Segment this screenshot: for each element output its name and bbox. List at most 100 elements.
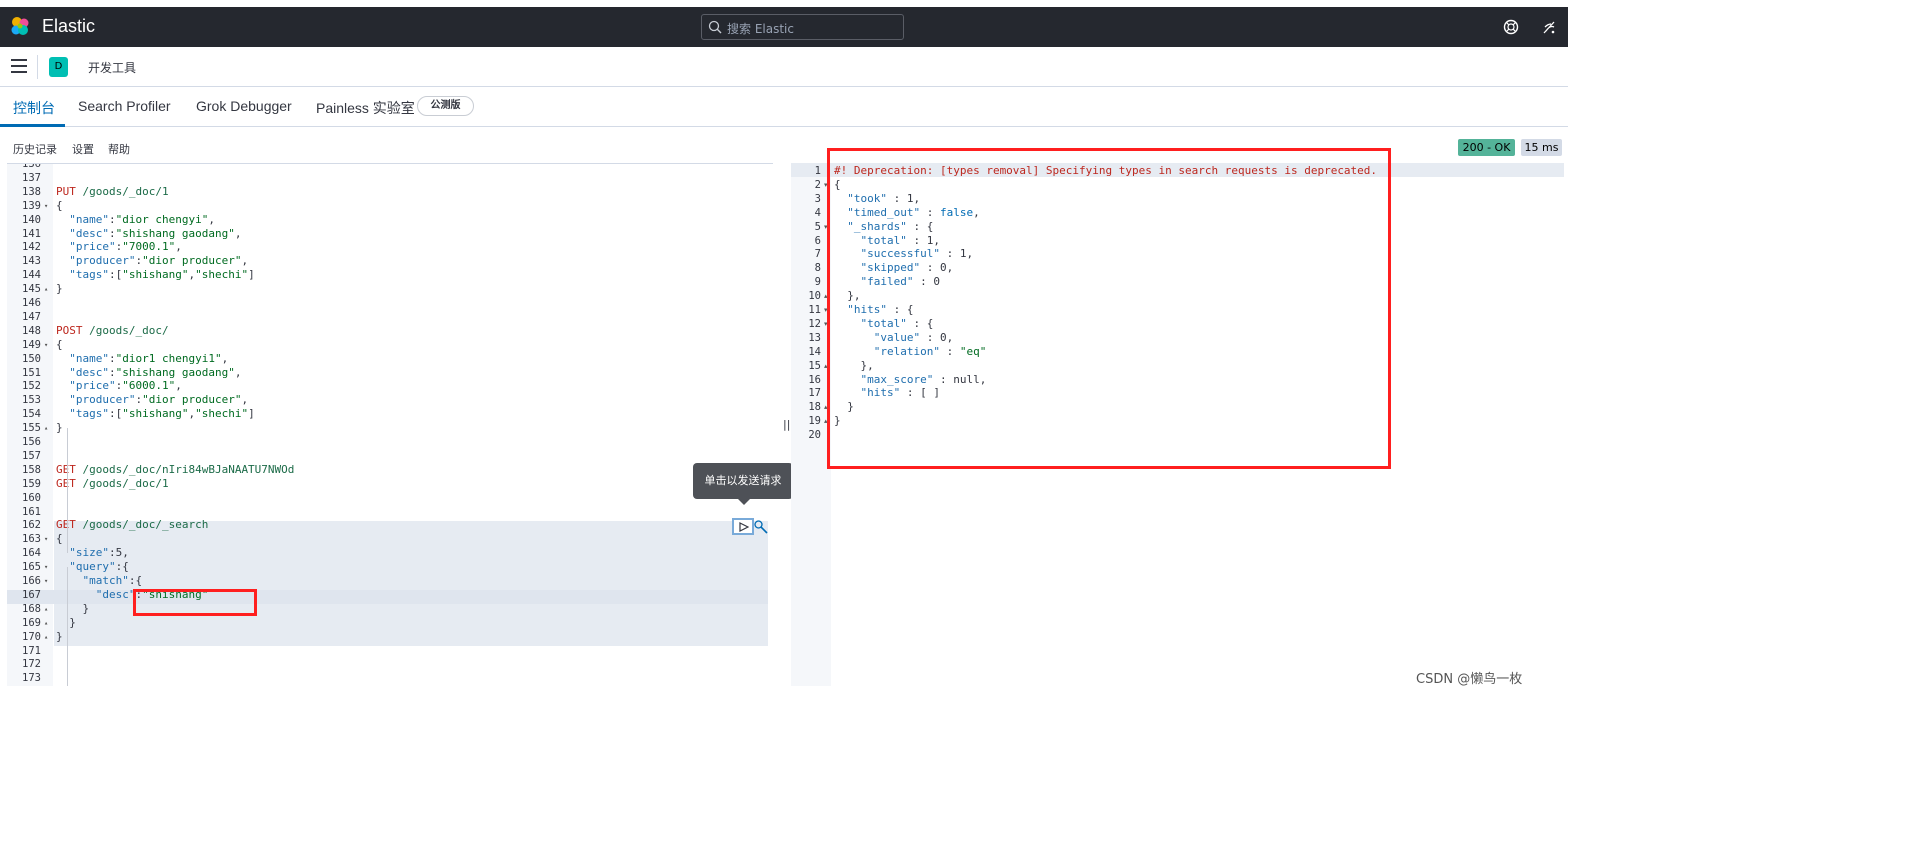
code-text: "producer":"dior producer",: [69, 393, 249, 407]
fold-toggle-icon[interactable]: ▴: [44, 630, 48, 644]
settings-link[interactable]: 设置: [72, 141, 94, 157]
line-number: 5: [814, 220, 821, 233]
editor-line[interactable]: 151 "desc":"shishang gaodang",: [7, 366, 767, 380]
newsfeed-icon[interactable]: [1541, 19, 1557, 35]
editor-line[interactable]: 158 GET /goods/_doc/nIri84wBJaNAATU7NWOd: [7, 463, 767, 477]
editor-line[interactable]: 148 POST /goods/_doc/: [7, 324, 767, 338]
editor-line[interactable]: 138 PUT /goods/_doc/1: [7, 185, 767, 199]
tab-painless-lab[interactable]: Painless 实验室: [316, 98, 415, 118]
editor-line[interactable]: 153 "producer":"dior producer",: [7, 393, 767, 407]
editor-line[interactable]: 144 "tags":["shishang","shechi"]: [7, 268, 767, 282]
line-number: 145: [22, 283, 41, 296]
editor-line[interactable]: 169 ▴ }: [7, 616, 767, 630]
editor-line[interactable]: 157: [7, 449, 767, 463]
editor-line[interactable]: 154 "tags":["shishang","shechi"]: [7, 407, 767, 421]
editor-line[interactable]: 159 GET /goods/_doc/1: [7, 477, 767, 491]
code-text: {: [56, 198, 63, 212]
code-text: "tags":["shishang","shechi"]: [69, 407, 255, 421]
line-number: 8: [814, 262, 821, 275]
breadcrumb: 开发工具: [88, 61, 137, 75]
editor-line[interactable]: 147: [7, 310, 767, 324]
panel-resizer[interactable]: ||: [783, 418, 790, 431]
code-text: POST /goods/_doc/: [56, 323, 169, 337]
editor-line[interactable]: 140 "name":"dior chengyi",: [7, 213, 767, 227]
editor-line[interactable]: 160: [7, 491, 767, 505]
line-number: 146: [22, 297, 41, 309]
code-text: }: [56, 615, 76, 629]
space-avatar[interactable]: D: [49, 57, 68, 77]
fold-toggle-icon[interactable]: ▴: [44, 616, 48, 630]
fold-toggle-icon[interactable]: ▾: [44, 560, 48, 574]
line-number: 157: [22, 449, 41, 462]
tab-console[interactable]: 控制台: [13, 98, 55, 118]
editor-line[interactable]: 161: [7, 505, 767, 519]
app-name[interactable]: Elastic: [42, 16, 95, 37]
line-number: 155: [22, 422, 41, 435]
editor-line[interactable]: 146: [7, 296, 767, 310]
editor-line[interactable]: 168 ▴ }: [7, 602, 767, 616]
fold-toggle-icon[interactable]: ▴: [44, 421, 48, 435]
editor-line[interactable]: 162 GET /goods/_doc/_search: [7, 518, 767, 532]
line-number: 20: [808, 429, 821, 442]
line-number: 160: [22, 491, 41, 504]
editor-line[interactable]: 171: [7, 644, 767, 658]
editor-line[interactable]: 150 "name":"dior1 chengyi1",: [7, 352, 767, 366]
fold-toggle-icon[interactable]: ▾: [44, 574, 48, 588]
response-time-badge: 15 ms: [1521, 139, 1562, 156]
editor-line[interactable]: 143 "producer":"dior producer",: [7, 254, 767, 268]
editor-line[interactable]: 166 ▾ "match":{: [7, 574, 767, 588]
wrench-icon[interactable]: [754, 520, 768, 534]
editor-line[interactable]: 172: [7, 657, 767, 671]
editor-line[interactable]: 142 "price":"7000.1",: [7, 240, 767, 254]
editor-line[interactable]: 141 "desc":"shishang gaodang",: [7, 227, 767, 241]
code-text: "desc":"shishang gaodang",: [69, 365, 242, 379]
help-icon[interactable]: [1503, 19, 1519, 35]
send-request-button[interactable]: [732, 518, 754, 535]
response-annotation-box: [827, 148, 1391, 469]
editor-line[interactable]: 167 "desc":"shishang": [7, 588, 767, 602]
editor-line[interactable]: 149 ▾ {: [7, 338, 767, 352]
fold-toggle-icon[interactable]: ▴: [44, 602, 48, 616]
code-text: GET /goods/_doc/1: [56, 476, 169, 490]
line-number: 144: [22, 269, 41, 282]
line-number: 173: [22, 672, 41, 685]
fold-toggle-icon[interactable]: ▴: [44, 282, 48, 296]
editor-line[interactable]: 137: [7, 171, 767, 185]
elastic-logo-icon[interactable]: [10, 16, 30, 36]
line-number: 150: [22, 352, 41, 365]
line-number: 158: [22, 463, 41, 476]
menu-toggle-button[interactable]: [11, 59, 27, 73]
indent-guide: [67, 567, 68, 686]
line-number: 147: [22, 310, 41, 323]
editor-line[interactable]: 145 ▴}: [7, 282, 767, 296]
line-number: 136: [22, 163, 41, 170]
editor-line[interactable]: 170 ▴}: [7, 630, 767, 644]
line-number: 171: [22, 644, 41, 657]
editor-line[interactable]: 164 "size":5,: [7, 546, 767, 560]
fold-toggle-icon[interactable]: ▾: [44, 532, 48, 546]
line-number: 137: [22, 171, 41, 184]
tab-grok-debugger[interactable]: Grok Debugger: [196, 98, 292, 114]
editor-line[interactable]: 155 ▴}: [7, 421, 767, 435]
editor-line[interactable]: 139 ▾ {: [7, 199, 767, 213]
editor-line[interactable]: 152 "price":"6000.1",: [7, 379, 767, 393]
line-number: 165: [22, 561, 41, 574]
line-number: 4: [814, 206, 821, 219]
line-number: 3: [814, 192, 821, 205]
history-link[interactable]: 历史记录: [13, 141, 57, 157]
search-input[interactable]: 搜索 Elastic: [701, 14, 904, 40]
tab-search-profiler[interactable]: Search Profiler: [78, 98, 171, 114]
top-header-bar: Elastic 搜索 Elastic: [0, 0, 1568, 47]
editor-line[interactable]: 156: [7, 435, 767, 449]
editor-line[interactable]: 136: [7, 163, 767, 171]
fold-toggle-icon[interactable]: ▾: [44, 338, 48, 352]
help-link[interactable]: 帮助: [108, 141, 130, 157]
request-editor[interactable]: 136 137 138 PUT /goods/_doc/1 139 ▾{140 "name…: [7, 163, 773, 686]
editor-line[interactable]: 163 ▾ {: [7, 532, 767, 546]
editor-line[interactable]: 165 ▾ "query":{: [7, 560, 767, 574]
editor-line[interactable]: 173: [7, 671, 767, 685]
fold-toggle-icon[interactable]: ▾: [44, 199, 48, 213]
line-number: 168: [22, 602, 41, 615]
dev-tools-tabs: 控制台 Search Profiler Grok Debugger Painle…: [0, 88, 1568, 127]
code-text: }: [56, 282, 63, 296]
